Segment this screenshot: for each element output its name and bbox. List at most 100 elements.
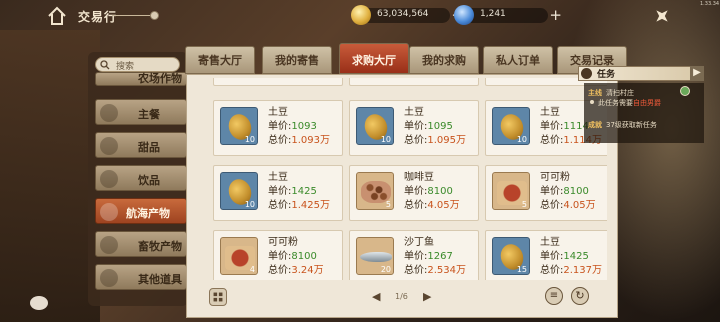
quest-achievement-text: 37级获取新任务: [606, 121, 657, 129]
chat-icon[interactable]: [30, 296, 48, 310]
quest-header[interactable]: 任务: [578, 66, 704, 81]
category-livestock-products[interactable]: 畜牧产物: [95, 231, 187, 257]
quest-main-title: 清扫村庄: [606, 89, 634, 97]
prev-page-button[interactable]: ◀: [372, 290, 380, 303]
filter-list-icon[interactable]: ≡: [545, 287, 563, 305]
item-name: 沙丁鱼: [404, 237, 434, 248]
tab-my-purchases[interactable]: 我的求购: [409, 46, 479, 74]
category-label: 畜牧产物: [138, 240, 182, 253]
gold-currency: 63,034,564 +: [351, 5, 464, 25]
potato-icon: 10: [492, 107, 530, 145]
search-input[interactable]: 搜索: [95, 57, 180, 72]
category-main-dish[interactable]: 主餐: [95, 99, 187, 125]
gem-currency: 1,241 +: [454, 5, 562, 25]
item-quantity: 10: [380, 135, 391, 144]
category-other-items[interactable]: 其他道具: [95, 264, 187, 290]
unit-price: 单价:1267: [404, 251, 453, 262]
background-left: [0, 30, 100, 322]
item-name: 可可粉: [540, 172, 570, 183]
refresh-icon[interactable]: ↻: [571, 287, 589, 305]
total-price: 总价:4.05万: [540, 200, 596, 211]
tab-private-orders[interactable]: 私人订单: [483, 46, 553, 74]
tab-my-consignments[interactable]: 我的寄售: [262, 46, 332, 74]
item-name: 土豆: [540, 237, 560, 248]
category-farm-crops[interactable]: 农场作物: [95, 72, 187, 86]
livestock-icon: [100, 236, 118, 254]
item-quantity: 10: [244, 200, 255, 209]
item-name: 可可粉: [268, 237, 298, 248]
listing-card[interactable]: 5 咖啡豆 单价:8100 总价:4.05万: [349, 165, 479, 221]
unit-price: 单价:1425: [268, 186, 317, 197]
category-label: 甜品: [138, 141, 160, 154]
item-quantity: 10: [244, 135, 255, 144]
item-quantity: 5: [521, 200, 527, 209]
quest-status-badge: [680, 86, 690, 96]
gold-coin-icon: [351, 5, 371, 25]
unit-price: 单价:8100: [268, 251, 317, 262]
unit-price: 单价:1095: [404, 121, 453, 132]
item-quantity: 5: [385, 200, 391, 209]
tab-purchase-hall[interactable]: 求购大厅: [339, 43, 409, 74]
page-indicator: 1/6: [395, 292, 408, 301]
cocoa-powder-icon: 4: [220, 237, 258, 275]
quest-scroll-icon: [581, 68, 592, 79]
item-quantity: 10: [516, 135, 527, 144]
dessert-icon: [100, 137, 118, 155]
listing-card[interactable]: 4 可可粉单价:8100 总价:3.24万: [213, 230, 343, 280]
listing-cards: 10 土豆 单价:1093 总价:1.093万 10 土豆 单价:1095 总价:1.095万…: [203, 78, 607, 280]
listing-card[interactable]: 10 土豆单价:1095 总价:1.095万: [349, 100, 479, 156]
listing-card[interactable]: 10 土豆 单价:1425 总价:1.425万: [213, 165, 343, 221]
unit-price: 单价:1425: [540, 251, 589, 262]
category-label: 主餐: [138, 108, 160, 121]
add-gem-button[interactable]: +: [549, 6, 562, 24]
grid-view-icon[interactable]: [209, 288, 227, 306]
unit-price: 单价:1093: [268, 121, 317, 132]
category-dessert[interactable]: 甜品: [95, 132, 187, 158]
quest-main-tag: 主线: [588, 89, 602, 97]
total-price: 总价:1.093万: [268, 135, 331, 146]
page-title: 交易行: [78, 10, 118, 24]
anchor-icon: [100, 203, 118, 221]
total-price: 总价:3.24万: [268, 265, 324, 276]
top-bar: 交易行 63,034,564 + 1,241 + 1.33.34: [0, 0, 720, 32]
total-price: 总价:4.05万: [404, 200, 460, 211]
close-cross-icon[interactable]: [652, 6, 672, 26]
item-quantity: 4: [249, 265, 255, 274]
gem-amount: 1,241: [480, 9, 506, 19]
next-page-button[interactable]: ▶: [423, 290, 431, 303]
potato-icon: 10: [356, 107, 394, 145]
category-drinks[interactable]: 饮品: [95, 165, 187, 191]
search-icon: [100, 60, 110, 70]
title-divider: [112, 15, 152, 16]
quest-collapse-button[interactable]: ▶: [690, 66, 704, 81]
category-label: 农场作物: [138, 72, 182, 85]
drink-icon: [100, 170, 118, 188]
listing-card[interactable]: 20 沙丁鱼单价:1267 总价:2.534万: [349, 230, 479, 280]
total-price: 总价:1.095万: [404, 135, 467, 146]
listing-card[interactable]: 5 可可粉 单价:8100 总价:4.05万: [485, 165, 607, 221]
total-price: 总价:2.137万: [540, 265, 603, 276]
item-quantity: 15: [516, 265, 527, 274]
potato-icon: 10: [220, 172, 258, 210]
quest-title: 任务: [597, 70, 616, 80]
item-name: 土豆: [540, 107, 560, 118]
listing-card[interactable]: 10 土豆 单价:1093 总价:1.093万: [213, 100, 343, 156]
item-image: [360, 252, 392, 262]
main-dish-icon: [100, 104, 118, 122]
home-icon[interactable]: [46, 5, 68, 27]
total-price: 总价:2.534万: [404, 265, 467, 276]
quest-bullet: [590, 100, 594, 104]
category-label: 其他道具: [138, 273, 182, 286]
sardine-icon: 20: [356, 237, 394, 275]
total-price: 总价:1.425万: [268, 200, 331, 211]
cocoa-powder-icon: 5: [492, 172, 530, 210]
listing-card[interactable]: 15 土豆单价:1425 总价:2.137万: [485, 230, 607, 280]
quest-achievement-tag: 成就: [588, 121, 602, 129]
tab-consignment-hall[interactable]: 寄售大厅: [185, 46, 255, 74]
other-items-icon: [100, 269, 118, 287]
category-maritime-products[interactable]: 航海产物: [95, 198, 187, 224]
gold-amount: 63,034,564: [377, 9, 429, 19]
item-name: 土豆: [404, 107, 424, 118]
corner-version: 1.33.34: [700, 1, 720, 7]
title-dot-indicator: [150, 11, 159, 20]
